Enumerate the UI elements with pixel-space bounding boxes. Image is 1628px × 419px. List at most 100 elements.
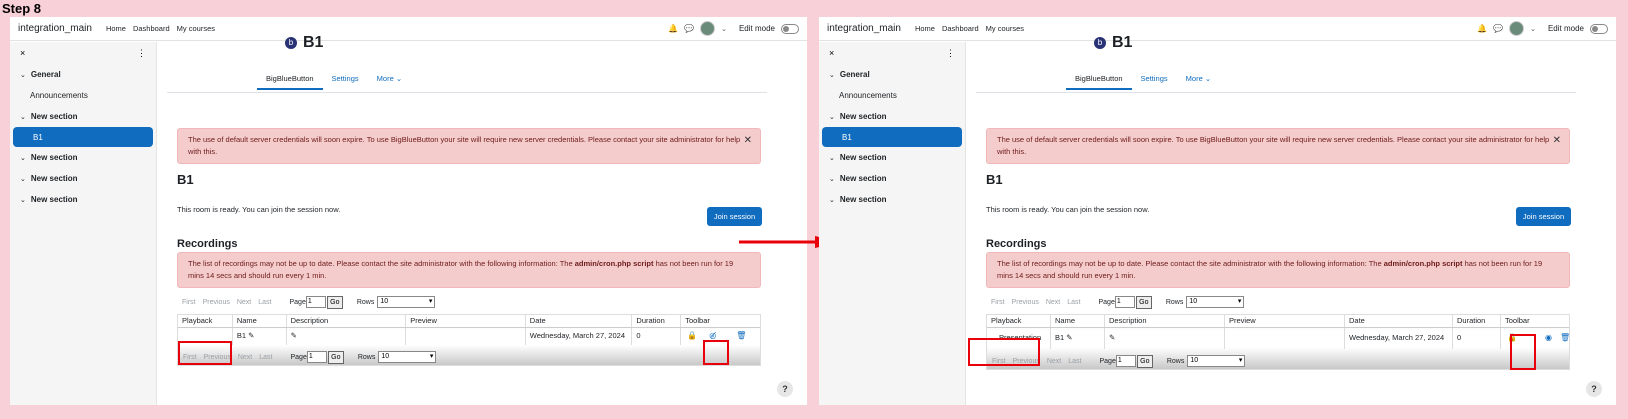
lock-icon[interactable]: 🔒 — [687, 328, 697, 344]
tab-bigbluebutton[interactable]: BigBlueButton — [257, 72, 323, 90]
pager-first[interactable]: First — [991, 299, 1005, 306]
avatar[interactable] — [1509, 21, 1525, 36]
credentials-alert: The use of default server credentials wi… — [986, 128, 1570, 164]
page-input[interactable]: 1 — [1114, 296, 1135, 308]
chat-icon[interactable]: 💬 — [684, 24, 694, 33]
join-session-button[interactable]: Join session — [707, 207, 762, 226]
divider — [976, 92, 1576, 93]
drawer-section-new[interactable]: ⌄ New section — [819, 168, 965, 189]
chevron-down-icon: ⌄ — [20, 175, 26, 183]
chevron-down-icon[interactable]: ⌄ — [1530, 25, 1536, 33]
chevron-down-icon: ⌄ — [829, 154, 835, 162]
help-button[interactable]: ? — [1586, 381, 1602, 397]
pager-next[interactable]: Next — [237, 299, 251, 306]
nav-dashboard[interactable]: Dashboard — [942, 24, 979, 33]
chevron-down-icon[interactable]: ⌄ — [721, 25, 727, 33]
pencil-icon[interactable]: ✎ — [248, 331, 254, 340]
drawer-section-new[interactable]: ⌄ New section — [819, 147, 965, 168]
site-brand[interactable]: integration_main — [18, 23, 92, 34]
trash-icon[interactable]: 🗑 — [736, 328, 746, 344]
rows-select[interactable]: 10 — [378, 351, 437, 363]
pager-next[interactable]: Next — [238, 354, 252, 361]
drawer-item-b1[interactable]: B1 — [13, 127, 153, 147]
rows-select[interactable]: 10 — [1187, 355, 1246, 367]
pager-previous[interactable]: Previous — [1012, 299, 1039, 306]
page-input[interactable]: 1 — [305, 296, 326, 308]
tab-more[interactable]: More ⌄ — [1177, 72, 1220, 90]
page-title: B1 — [1112, 34, 1133, 51]
rows-select[interactable]: 10 — [1186, 296, 1245, 308]
nav-my-courses[interactable]: My courses — [177, 24, 215, 33]
drawer-section-new[interactable]: ⌄ New section — [10, 168, 156, 189]
tab-bigbluebutton[interactable]: BigBlueButton — [1066, 72, 1132, 90]
join-session-button[interactable]: Join session — [1516, 207, 1571, 226]
chevron-down-icon: ⌄ — [829, 196, 835, 204]
col-toolbar: Toolbar — [685, 316, 710, 325]
pager-last[interactable]: Last — [258, 299, 271, 306]
col-date: Date — [1345, 315, 1453, 327]
bell-icon[interactable]: 🔔 — [668, 24, 678, 33]
nav-home[interactable]: Home — [106, 24, 126, 33]
pencil-icon[interactable]: ✎ — [291, 331, 297, 340]
cron-alert: The list of recordings may not be up to … — [986, 252, 1570, 288]
close-icon[interactable]: × — [829, 48, 834, 58]
date-cell: Wednesday, March 27, 2024 — [526, 328, 633, 345]
edit-mode-toggle[interactable] — [781, 23, 799, 34]
drawer-menu-icon[interactable]: ⋮ — [137, 48, 146, 59]
go-button[interactable]: Go — [1136, 354, 1153, 368]
nav-dashboard[interactable]: Dashboard — [133, 24, 170, 33]
pager-next[interactable]: Next — [1046, 299, 1060, 306]
pager-first[interactable]: First — [182, 299, 196, 306]
chat-icon[interactable]: 💬 — [1493, 24, 1503, 33]
description-cell: ✎ — [1105, 328, 1225, 349]
drawer-section-general[interactable]: ⌄ General — [819, 64, 965, 85]
pencil-icon[interactable]: ✎ — [1066, 333, 1072, 342]
course-index-drawer: × ⋮ ⌄ General Announcements ⌄ New section … — [819, 42, 966, 405]
close-icon[interactable]: ✕ — [1553, 135, 1561, 147]
drawer-section-new[interactable]: ⌄ New section — [10, 147, 156, 168]
drawer-section-general[interactable]: ⌄ General — [10, 64, 156, 85]
help-button[interactable]: ? — [777, 381, 793, 397]
col-toolbar: Toolbar — [1505, 316, 1530, 325]
drawer-section-new[interactable]: ⌄ New section — [10, 106, 156, 127]
drawer-item-announcements[interactable]: Announcements — [10, 85, 156, 106]
pager-last[interactable]: Last — [1067, 299, 1080, 306]
trash-icon[interactable]: 🗑 — [1560, 328, 1569, 348]
go-button[interactable]: Go — [326, 295, 343, 309]
chevron-down-icon: ⌄ — [1204, 74, 1212, 83]
col-playback: Playback — [987, 315, 1051, 327]
pager-previous[interactable]: Previous — [203, 299, 230, 306]
drawer-item-b1[interactable]: B1 — [822, 127, 962, 147]
pager-last[interactable]: Last — [1068, 358, 1081, 365]
drawer-section-new[interactable]: ⌄ New section — [819, 106, 965, 127]
edit-mode-toggle[interactable] — [1590, 23, 1608, 34]
drawer-item-announcements[interactable]: Announcements — [819, 85, 965, 106]
rows-select[interactable]: 10 — [377, 296, 436, 308]
pencil-icon[interactable]: ✎ — [1109, 333, 1115, 342]
drawer-section-new[interactable]: ⌄ New section — [10, 189, 156, 210]
nav-home[interactable]: Home — [915, 24, 935, 33]
tab-settings[interactable]: Settings — [323, 72, 368, 90]
eye-icon[interactable]: ◉ — [1545, 328, 1552, 348]
close-icon[interactable]: ✕ — [744, 135, 752, 147]
close-icon[interactable]: × — [20, 48, 25, 58]
site-brand[interactable]: integration_main — [827, 23, 901, 34]
drawer-menu-icon[interactable]: ⋮ — [946, 48, 955, 59]
pager-last[interactable]: Last — [259, 354, 272, 361]
go-button[interactable]: Go — [1135, 295, 1152, 309]
drawer-section-new[interactable]: ⌄ New section — [819, 189, 965, 210]
cron-alert-bold: admin/cron.php script — [574, 259, 654, 268]
avatar[interactable] — [700, 21, 716, 36]
bell-icon[interactable]: 🔔 — [1477, 24, 1487, 33]
go-button[interactable]: Go — [327, 350, 344, 364]
nav-my-courses[interactable]: My courses — [986, 24, 1024, 33]
tab-more[interactable]: More ⌄ — [368, 72, 411, 90]
pager-next[interactable]: Next — [1047, 358, 1061, 365]
col-date: Date — [526, 315, 633, 327]
drawer-item-label: New section — [30, 195, 78, 204]
page-input[interactable]: 1 — [306, 351, 327, 363]
tab-settings[interactable]: Settings — [1132, 72, 1177, 90]
table-header: Playback Name Description Preview Date D… — [987, 315, 1569, 328]
page-input[interactable]: 1 — [1115, 355, 1136, 367]
duration-cell: 0 — [1453, 328, 1501, 349]
